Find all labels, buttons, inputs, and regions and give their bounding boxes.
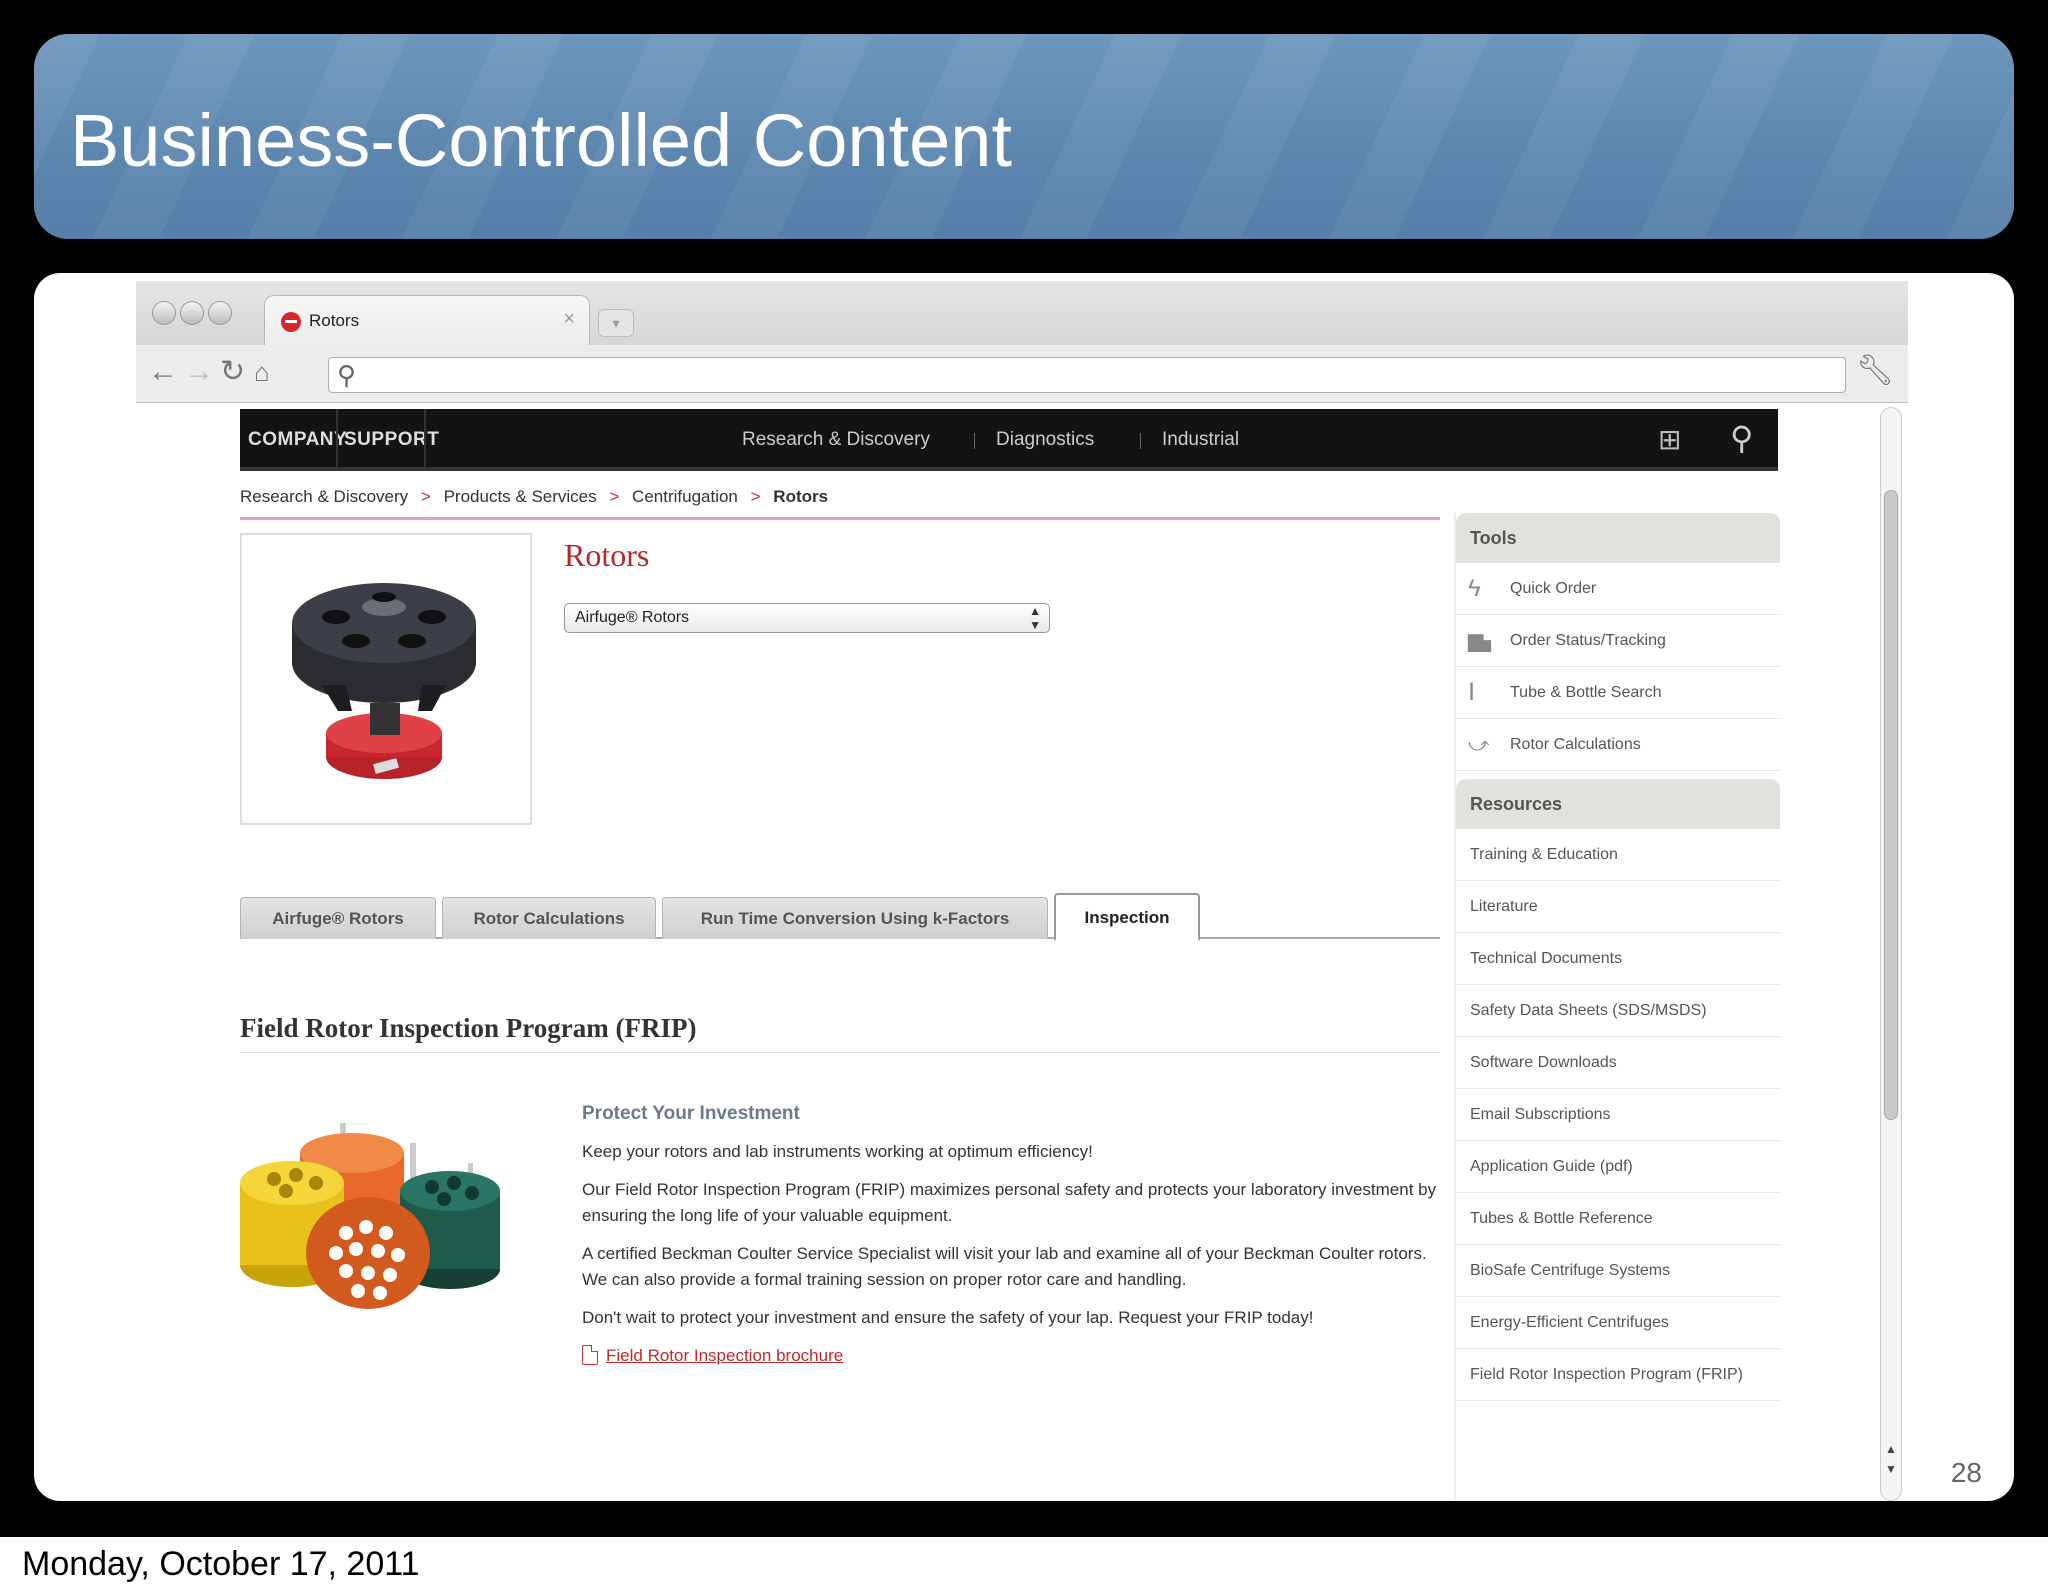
brochure-link[interactable]: Field Rotor Inspection brochure bbox=[606, 1346, 843, 1365]
nav-divider bbox=[424, 409, 426, 471]
rotors-group-image bbox=[240, 1123, 500, 1309]
tab-inspection[interactable]: Inspection bbox=[1054, 893, 1200, 941]
back-arrow-icon[interactable]: ← bbox=[148, 355, 178, 389]
rotor-type-select[interactable]: Airfuge® Rotors ▲ ▼ bbox=[564, 603, 1050, 633]
reload-icon[interactable]: ↻ bbox=[220, 355, 245, 389]
tab-rotor-calculations[interactable]: Rotor Calculations bbox=[442, 897, 656, 939]
favicon-icon bbox=[281, 312, 301, 332]
sidebar-item-resource[interactable]: Technical Documents bbox=[1456, 933, 1780, 985]
breadcrumb-separator: > bbox=[420, 487, 431, 506]
nav-industrial[interactable]: Industrial bbox=[1162, 409, 1239, 471]
brochure-link-row: Field Rotor Inspection brochure bbox=[582, 1343, 1442, 1369]
nav-divider bbox=[974, 433, 975, 449]
sidebar-item-label: Order Status/Tracking bbox=[1510, 632, 1666, 649]
frip-paragraph: Our Field Rotor Inspection Program (FRIP… bbox=[582, 1180, 1437, 1225]
breadcrumb-separator: > bbox=[750, 487, 761, 506]
minimize-window-button[interactable] bbox=[180, 301, 204, 325]
magnifier-icon: ⚲ bbox=[337, 360, 357, 390]
close-window-button[interactable] bbox=[152, 301, 176, 325]
tab-strip: Rotors × ▾ bbox=[136, 281, 1908, 345]
address-bar[interactable]: ⚲ bbox=[328, 357, 1846, 393]
browser-toolbar: ← → ↻ ⌂ ⚲ 🔧︎ bbox=[136, 345, 1908, 403]
sidebar-item-resource[interactable]: Literature bbox=[1456, 881, 1780, 933]
breadcrumb-item[interactable]: Products & Services bbox=[444, 487, 597, 506]
tab-run-time-conversion[interactable]: Run Time Conversion Using k-Factors bbox=[662, 897, 1048, 939]
browser-tab[interactable]: Rotors × bbox=[264, 295, 590, 345]
tab-title: Rotors bbox=[309, 311, 360, 330]
breadcrumb-separator: > bbox=[609, 487, 620, 506]
pdf-icon bbox=[582, 1345, 598, 1365]
sidebar: Tools ϟ Quick Order ▆▖ Order Status/Trac… bbox=[1454, 513, 1780, 1501]
nav-research-discovery[interactable]: Research & Discovery bbox=[742, 409, 930, 471]
cart-icon[interactable]: ⊞ bbox=[1658, 423, 1681, 456]
content-panel: Rotors × ▾ ← → ↻ ⌂ ⚲ 🔧︎ COMPANY SUPPORT … bbox=[34, 273, 2014, 1501]
scroll-down-arrow-icon[interactable]: ▼ bbox=[1885, 1462, 1897, 1476]
resources-heading: Resources bbox=[1456, 779, 1780, 829]
frip-paragraph: Don't wait to protect your investment an… bbox=[582, 1308, 1314, 1327]
tab-close-icon[interactable]: × bbox=[563, 308, 575, 331]
footer-date: Monday, October 17, 2011 bbox=[0, 1537, 2048, 1593]
calculation-icon: ⤻ bbox=[1468, 734, 1490, 756]
sidebar-item-resource[interactable]: Tubes & Bottle Reference bbox=[1456, 1193, 1780, 1245]
sidebar-item-order-status[interactable]: ▆▖ Order Status/Tracking bbox=[1456, 615, 1780, 667]
tube-icon: Ⅰ bbox=[1468, 679, 1476, 706]
product-title: Rotors bbox=[564, 537, 650, 573]
sidebar-item-rotor-calculations[interactable]: ⤻ Rotor Calculations bbox=[1456, 719, 1780, 771]
nav-diagnostics[interactable]: Diagnostics bbox=[996, 409, 1094, 471]
lightning-icon: ϟ bbox=[1468, 575, 1481, 602]
sidebar-item-label: Quick Order bbox=[1510, 580, 1597, 597]
title-band: Business-Controlled Content bbox=[34, 34, 2014, 239]
sidebar-item-quick-order[interactable]: ϟ Quick Order bbox=[1456, 563, 1780, 615]
tools-heading: Tools bbox=[1456, 513, 1780, 563]
tab-airfuge-rotors[interactable]: Airfuge® Rotors bbox=[240, 897, 436, 939]
rotor-image bbox=[292, 583, 476, 779]
frip-paragraph: Keep your rotors and lab instruments wor… bbox=[582, 1142, 1093, 1161]
browser-window: Rotors × ▾ ← → ↻ ⌂ ⚲ 🔧︎ COMPANY SUPPORT … bbox=[136, 281, 1908, 1501]
frip-paragraph: A certified Beckman Coulter Service Spec… bbox=[582, 1244, 1427, 1289]
breadcrumb-item[interactable]: Research & Discovery bbox=[240, 487, 408, 506]
wrench-icon[interactable]: 🔧︎ bbox=[1856, 353, 1894, 388]
sidebar-item-resource[interactable]: Safety Data Sheets (SDS/MSDS) bbox=[1456, 985, 1780, 1037]
select-arrows-icon: ▲ ▼ bbox=[1029, 604, 1041, 632]
slide: Business-Controlled Content Rotors × ▾ ←… bbox=[0, 0, 2048, 1593]
scroll-up-arrow-icon[interactable]: ▲ bbox=[1885, 1442, 1897, 1456]
sidebar-item-resource[interactable]: Energy-Efficient Centrifuges bbox=[1456, 1297, 1780, 1349]
sidebar-item-resource[interactable]: Training & Education bbox=[1456, 829, 1780, 881]
sidebar-item-label: Rotor Calculations bbox=[1510, 736, 1641, 753]
breadcrumb: Research & Discovery > Products & Servic… bbox=[240, 487, 836, 507]
sidebar-item-resource[interactable]: Email Subscriptions bbox=[1456, 1089, 1780, 1141]
slide-title: Business-Controlled Content bbox=[70, 99, 1012, 182]
select-value: Airfuge® Rotors bbox=[575, 609, 690, 626]
frip-content: Protect Your Investment Keep your rotors… bbox=[582, 1101, 1442, 1369]
breadcrumb-current: Rotors bbox=[773, 487, 829, 506]
sidebar-item-resource[interactable]: BioSafe Centrifuge Systems bbox=[1456, 1245, 1780, 1297]
nav-company[interactable]: COMPANY bbox=[248, 409, 347, 471]
sidebar-item-resource[interactable]: Application Guide (pdf) bbox=[1456, 1141, 1780, 1193]
truck-icon: ▆▖ bbox=[1468, 630, 1499, 652]
breadcrumb-item[interactable]: Centrifugation bbox=[632, 487, 738, 506]
home-icon[interactable]: ⌂ bbox=[254, 355, 270, 389]
sidebar-item-resource[interactable]: Software Downloads bbox=[1456, 1037, 1780, 1089]
slide-number: 28 bbox=[1950, 1457, 1982, 1488]
forward-arrow-icon[interactable]: → bbox=[184, 355, 214, 389]
webpage: COMPANY SUPPORT Research & Discovery Dia… bbox=[136, 403, 1908, 1501]
section-heading: Field Rotor Inspection Program (FRIP) bbox=[240, 1013, 1440, 1053]
new-tab-button[interactable]: ▾ bbox=[598, 309, 634, 337]
divider bbox=[240, 517, 1440, 520]
sidebar-item-resource[interactable]: Field Rotor Inspection Program (FRIP) bbox=[1456, 1349, 1780, 1401]
nav-divider bbox=[1140, 433, 1141, 449]
search-icon[interactable]: ⚲ bbox=[1730, 419, 1753, 457]
product-image-frame bbox=[240, 533, 532, 825]
scrollbar-thumb[interactable] bbox=[1884, 490, 1898, 1120]
sidebar-item-tube-search[interactable]: Ⅰ Tube & Bottle Search bbox=[1456, 667, 1780, 719]
frip-subhead: Protect Your Investment bbox=[582, 1103, 800, 1124]
product-tabs: Airfuge® Rotors Rotor Calculations Run T… bbox=[240, 887, 1440, 941]
sidebar-item-label: Tube & Bottle Search bbox=[1510, 684, 1662, 701]
site-navigation: COMPANY SUPPORT Research & Discovery Dia… bbox=[240, 409, 1778, 471]
scrollbar[interactable]: ▲ ▼ bbox=[1880, 407, 1902, 1501]
nav-divider bbox=[336, 409, 338, 471]
zoom-window-button[interactable] bbox=[208, 301, 232, 325]
